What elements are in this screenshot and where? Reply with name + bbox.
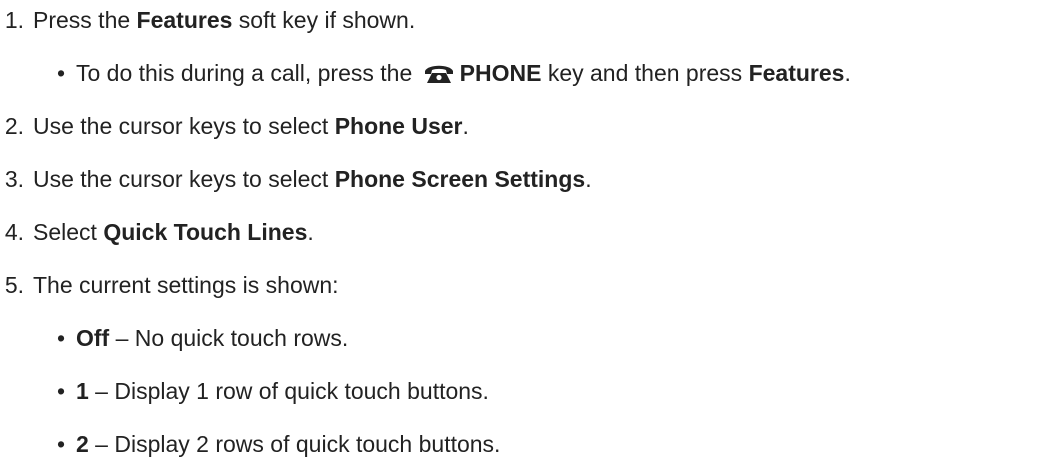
option-description: – No quick touch rows. — [109, 325, 349, 351]
sub-keyword: PHONE — [459, 60, 542, 86]
step-text: Use the cursor keys to select — [33, 113, 335, 139]
option-description: – Display 2 rows of quick touch buttons. — [88, 431, 501, 457]
step-text: The current settings is shown: — [33, 272, 339, 298]
step-keyword: Features — [136, 7, 233, 33]
step-text: . — [462, 113, 469, 139]
bullet: • — [57, 325, 66, 351]
step-text: . — [585, 166, 592, 192]
sub-text: . — [844, 60, 851, 86]
step-number: 1. — [4, 7, 24, 33]
step-3: 3. Use the cursor keys to select Phone Sc… — [0, 165, 592, 193]
bullet: • — [57, 60, 66, 86]
sub-text: To do this during a call, press the — [76, 60, 419, 86]
step-keyword: Phone Screen Settings — [334, 166, 586, 192]
step-5: 5. The current settings is shown: — [0, 271, 339, 299]
option-1: • 1 – Display 1 row of quick touch button… — [57, 377, 489, 405]
step-text: Select — [33, 219, 104, 245]
step-1-sub-bullet: • To do this during a call, press the PHO… — [57, 59, 851, 87]
step-2: 2. Use the cursor keys to select Phone Us… — [0, 112, 469, 140]
step-text: . — [307, 219, 314, 245]
step-text: Press the — [33, 7, 137, 33]
option-2: • 2 – Display 2 rows of quick touch butto… — [57, 430, 500, 458]
option-value: 1 — [76, 378, 89, 404]
bullet: • — [57, 378, 66, 404]
step-number: 2. — [4, 113, 24, 139]
step-4: 4. Select Quick Touch Lines. — [0, 218, 314, 246]
step-number: 4. — [4, 219, 24, 245]
step-number: 3. — [4, 166, 24, 192]
instructions-page: { "steps": [ { "number": "1.", "pre": "P… — [0, 0, 1063, 457]
phone-icon — [424, 62, 454, 84]
sub-keyword: Features — [748, 60, 845, 86]
step-keyword: Phone User — [334, 113, 463, 139]
sub-text: key and then press — [541, 60, 749, 86]
option-value: 2 — [76, 431, 89, 457]
step-1: 1. Press the Features soft key if shown. — [0, 6, 415, 34]
option-off: • Off – No quick touch rows. — [57, 324, 348, 352]
step-text: Use the cursor keys to select — [33, 166, 335, 192]
step-number: 5. — [4, 272, 24, 298]
option-description: – Display 1 row of quick touch buttons. — [88, 378, 489, 404]
bullet: • — [57, 431, 66, 457]
option-value: Off — [76, 325, 110, 351]
step-text: soft key if shown. — [232, 7, 416, 33]
step-keyword: Quick Touch Lines — [103, 219, 308, 245]
